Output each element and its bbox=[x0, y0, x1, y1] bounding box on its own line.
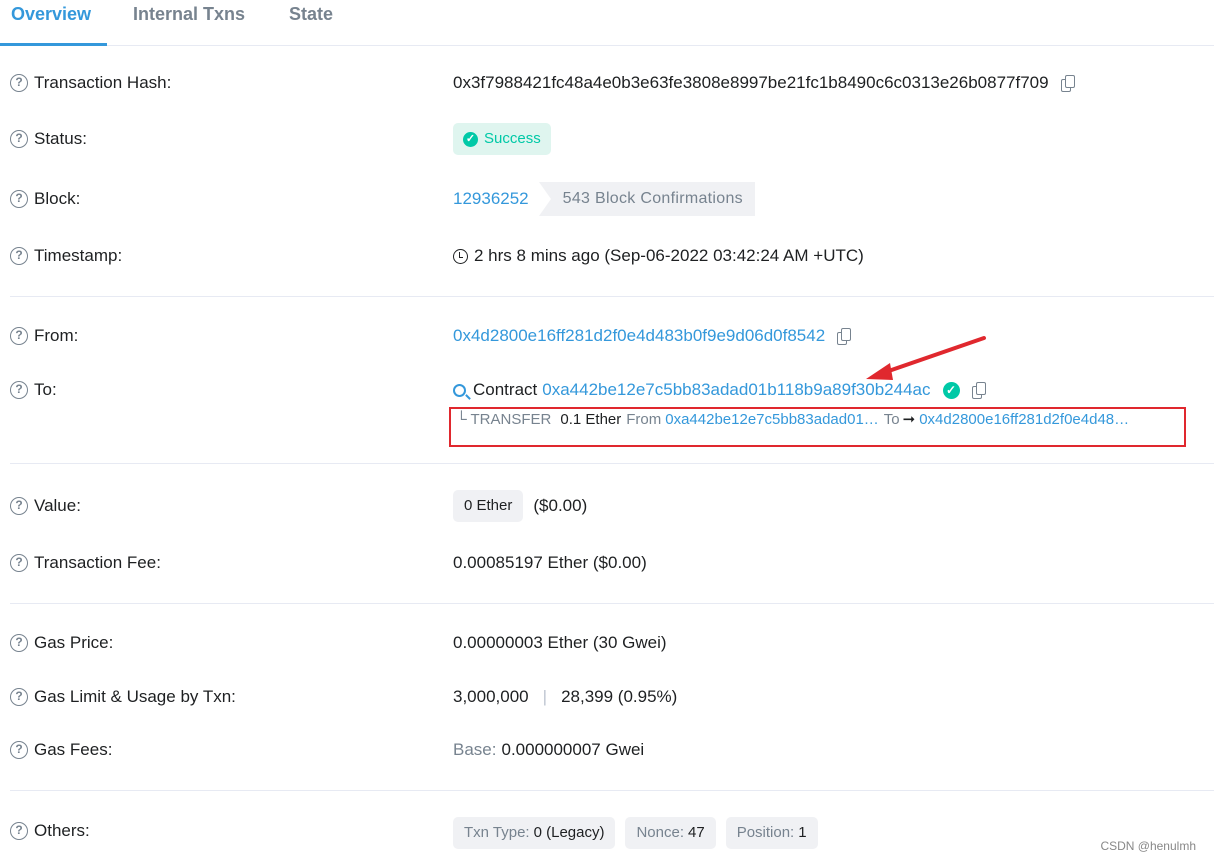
tab-internal-txns[interactable]: Internal Txns bbox=[133, 4, 245, 25]
gas-fees-label: Gas Fees: bbox=[34, 740, 113, 759]
value-usd: ($0.00) bbox=[533, 496, 588, 515]
others-value-row: Txn Type: 0 (Legacy) Nonce: 47 Position:… bbox=[453, 817, 818, 849]
gas-usage-value: 28,399 (0.95%) bbox=[561, 687, 678, 706]
tx-hash-value-row: 0x3f7988421fc48a4e0b3e63fe3808e8997be21f… bbox=[453, 68, 1076, 98]
from-label: From: bbox=[34, 326, 79, 345]
tx-fee-value-row: 0.00085197 Ether ($0.00) bbox=[453, 548, 647, 578]
tx-hash-label-row: ? Transaction Hash: bbox=[10, 70, 171, 96]
tab-bar: Overview Internal Txns State bbox=[0, 0, 1214, 46]
watermark: CSDN @henulmh bbox=[1100, 839, 1196, 853]
value-amount-pill: 0 Ether bbox=[453, 490, 524, 522]
question-icon[interactable]: ? bbox=[10, 381, 28, 399]
gas-price-value-row: 0.00000003 Ether (30 Gwei) bbox=[453, 628, 667, 658]
gas-fees-value-row: Base: 0.000000007 Gwei bbox=[453, 735, 644, 765]
question-icon[interactable]: ? bbox=[10, 74, 28, 92]
block-label-row: ? Block: bbox=[10, 186, 80, 212]
block-value-row: 12936252 543 Block Confirmations bbox=[453, 181, 755, 217]
section-divider bbox=[10, 790, 1214, 791]
section-divider bbox=[10, 296, 1214, 297]
gas-price-label: Gas Price: bbox=[34, 633, 114, 652]
question-icon[interactable]: ? bbox=[10, 327, 28, 345]
to-label: To: bbox=[34, 380, 57, 399]
from-value-row: 0x4d2800e16ff281d2f0e4d483b0f9e9d06d0f85… bbox=[453, 321, 852, 351]
active-tab-indicator bbox=[0, 43, 107, 46]
timestamp-value: 2 hrs 8 mins ago (Sep-06-2022 03:42:24 A… bbox=[474, 246, 864, 265]
nonce-value: 47 bbox=[688, 824, 705, 841]
tx-hash-value: 0x3f7988421fc48a4e0b3e63fe3808e8997be21f… bbox=[453, 73, 1049, 92]
section-divider bbox=[10, 463, 1214, 464]
gas-limit-label: Gas Limit & Usage by Txn: bbox=[34, 687, 236, 706]
tx-hash-label: Transaction Hash: bbox=[34, 73, 172, 92]
status-badge: ✓ Success bbox=[453, 123, 551, 155]
clock-icon bbox=[453, 248, 468, 264]
to-label-row: ? To: bbox=[10, 377, 57, 403]
question-icon[interactable]: ? bbox=[10, 688, 28, 706]
question-icon[interactable]: ? bbox=[10, 741, 28, 759]
check-circle-icon: ✓ bbox=[463, 131, 478, 147]
txn-type-pill: Txn Type: 0 (Legacy) bbox=[453, 817, 616, 849]
gas-limit-label-row: ? Gas Limit & Usage by Txn: bbox=[10, 684, 236, 710]
status-label: Status: bbox=[34, 129, 87, 148]
red-arrow bbox=[866, 336, 986, 380]
gas-limit-value-row: 3,000,000 | 28,399 (0.95%) bbox=[453, 682, 677, 712]
tx-fee-label: Transaction Fee: bbox=[34, 553, 161, 572]
txn-type-value: 0 (Legacy) bbox=[533, 824, 605, 841]
value-value-row: 0 Ether ($0.00) bbox=[453, 490, 587, 522]
tab-overview[interactable]: Overview bbox=[11, 4, 91, 25]
others-label-row: ? Others: bbox=[10, 818, 90, 844]
from-label-row: ? From: bbox=[10, 323, 78, 349]
section-divider bbox=[10, 603, 1214, 604]
question-icon[interactable]: ? bbox=[10, 247, 28, 265]
gas-separator: | bbox=[542, 687, 548, 706]
gas-limit-value: 3,000,000 bbox=[453, 687, 529, 706]
annotation-highlight-box bbox=[449, 407, 1186, 447]
nonce-pill: Nonce: 47 bbox=[625, 817, 716, 849]
position-label: Position: bbox=[736, 824, 795, 841]
question-icon[interactable]: ? bbox=[10, 822, 28, 840]
question-icon[interactable]: ? bbox=[10, 130, 28, 148]
to-contract-prefix: Contract bbox=[473, 380, 538, 399]
value-label-row: ? Value: bbox=[10, 493, 81, 519]
position-value: 1 bbox=[798, 824, 807, 841]
block-confirmations-badge: 543 Block Confirmations bbox=[538, 182, 755, 216]
txn-type-label: Txn Type: bbox=[464, 824, 530, 841]
question-icon[interactable]: ? bbox=[10, 190, 28, 208]
gas-price-label-row: ? Gas Price: bbox=[10, 630, 113, 656]
value-label: Value: bbox=[34, 496, 81, 515]
status-label-row: ? Status: bbox=[10, 126, 87, 152]
timestamp-label-row: ? Timestamp: bbox=[10, 243, 122, 269]
question-icon[interactable]: ? bbox=[10, 554, 28, 572]
tab-state[interactable]: State bbox=[289, 4, 333, 25]
block-number-link[interactable]: 12936252 bbox=[453, 184, 529, 214]
gas-fees-base-label: Base: bbox=[453, 740, 497, 759]
timestamp-label: Timestamp: bbox=[34, 246, 123, 265]
status-value-row: ✓ Success bbox=[453, 122, 551, 156]
block-label: Block: bbox=[34, 189, 81, 208]
status-text: Success bbox=[484, 130, 541, 147]
others-label: Others: bbox=[34, 821, 90, 840]
copy-icon[interactable] bbox=[1060, 74, 1076, 92]
nonce-label: Nonce: bbox=[636, 824, 684, 841]
gas-price-value: 0.00000003 Ether (30 Gwei) bbox=[453, 633, 667, 652]
position-pill: Position: 1 bbox=[725, 817, 818, 849]
question-icon[interactable]: ? bbox=[10, 634, 28, 652]
question-icon[interactable]: ? bbox=[10, 497, 28, 515]
zoom-icon[interactable] bbox=[453, 383, 466, 397]
tx-fee-value: 0.00085197 Ether ($0.00) bbox=[453, 553, 647, 572]
timestamp-value-row: 2 hrs 8 mins ago (Sep-06-2022 03:42:24 A… bbox=[453, 241, 864, 271]
gas-fees-label-row: ? Gas Fees: bbox=[10, 737, 112, 763]
copy-icon[interactable] bbox=[837, 327, 852, 345]
tx-fee-label-row: ? Transaction Fee: bbox=[10, 550, 161, 576]
gas-fees-base-value: 0.000000007 Gwei bbox=[501, 740, 645, 759]
from-address-link[interactable]: 0x4d2800e16ff281d2f0e4d483b0f9e9d06d0f85… bbox=[453, 321, 825, 351]
